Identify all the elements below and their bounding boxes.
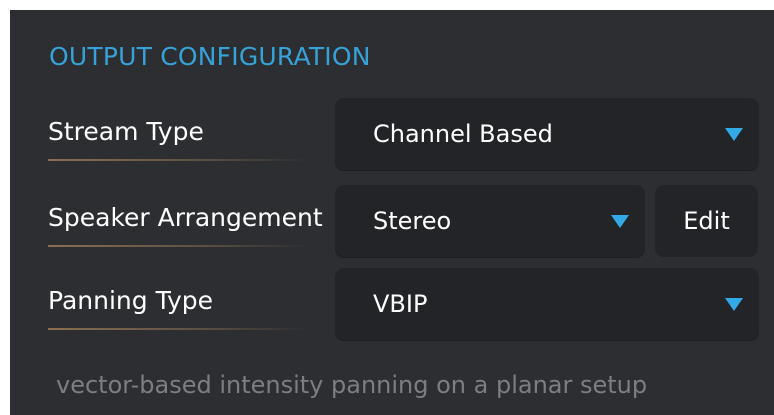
- speaker-arrangement-label-underline: [48, 245, 308, 247]
- speaker-arrangement-label-text: Speaker Arrangement: [48, 203, 323, 232]
- panning-type-label-underline: [48, 328, 308, 330]
- panning-type-label-text: Panning Type: [48, 286, 213, 315]
- panning-type-label: Panning Type: [48, 286, 333, 330]
- caret-down-icon: [725, 128, 743, 141]
- panning-type-dropdown[interactable]: VBIP: [335, 268, 759, 340]
- stream-type-value: Channel Based: [373, 120, 553, 148]
- speaker-arrangement-value: Stereo: [373, 207, 452, 235]
- speaker-arrangement-label: Speaker Arrangement: [48, 203, 333, 247]
- edit-button-label: Edit: [683, 207, 730, 235]
- caret-down-icon: [725, 298, 743, 311]
- panning-type-value: VBIP: [373, 290, 428, 318]
- panning-description: vector-based intensity panning on a plan…: [56, 371, 648, 399]
- stream-type-label-text: Stream Type: [48, 117, 204, 146]
- stream-type-label-underline: [48, 159, 308, 161]
- stream-type-dropdown[interactable]: Channel Based: [335, 98, 759, 170]
- caret-down-icon: [611, 215, 629, 228]
- speaker-arrangement-dropdown[interactable]: Stereo: [335, 185, 645, 257]
- section-title: OUTPUT CONFIGURATION: [49, 42, 371, 71]
- output-configuration-panel: OUTPUT CONFIGURATION Stream Type Channel…: [10, 10, 774, 415]
- edit-speaker-arrangement-button[interactable]: Edit: [655, 185, 758, 257]
- stream-type-label: Stream Type: [48, 117, 333, 161]
